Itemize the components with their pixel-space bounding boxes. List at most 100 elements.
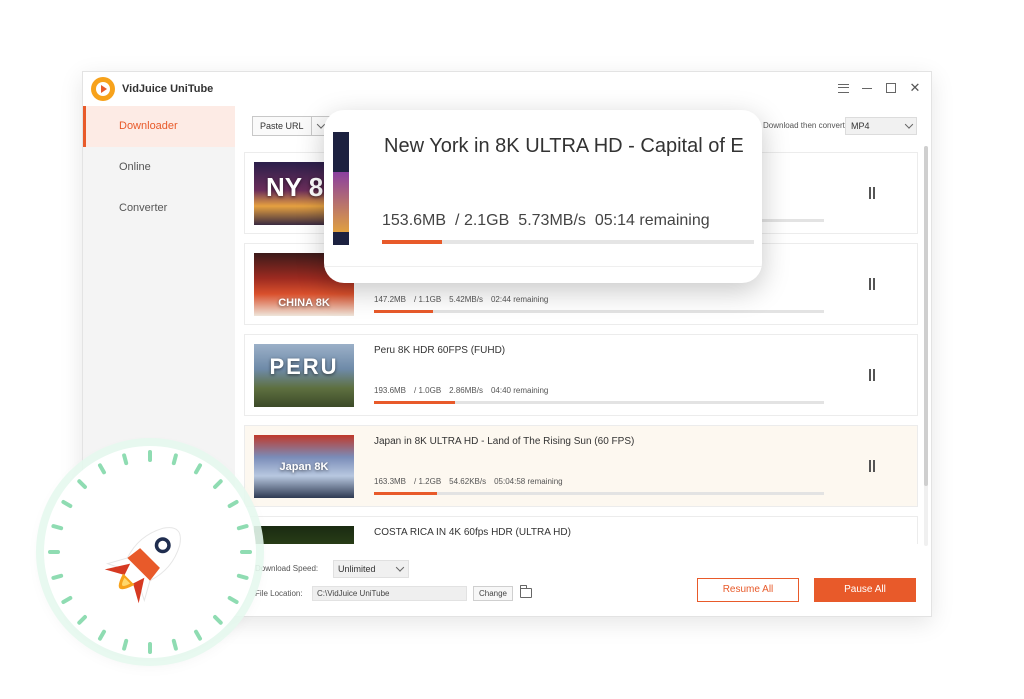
close-icon[interactable]: ✕ (907, 80, 923, 96)
total-size: 1.0GB (418, 386, 442, 395)
paste-url-group: Paste URL (252, 116, 332, 136)
video-title: COSTA RICA IN 4K 60fps HDR (ULTRA HD) (374, 527, 571, 538)
scrollbar-thumb[interactable] (924, 146, 928, 486)
maximize-icon[interactable] (883, 80, 899, 96)
list-scrollbar[interactable] (924, 146, 928, 546)
dial-tick (236, 524, 249, 531)
sidebar-item-label: Online (119, 161, 151, 173)
dial-tick (171, 638, 178, 651)
video-thumbnail: Japan 8K (254, 435, 354, 498)
progress-fill (374, 401, 455, 404)
download-speed: 2.86MB/s (449, 386, 483, 395)
download-progress-popup: New York in 8K ULTRA HD - Capital of E 1… (324, 110, 762, 283)
title-bar: VidJuice UniTube ✕ (83, 72, 931, 106)
progress-fill (374, 492, 437, 495)
time-remaining: 05:14 remaining (594, 212, 710, 229)
video-thumbnail (254, 526, 354, 544)
pause-icon[interactable] (865, 186, 879, 200)
pause-icon[interactable] (865, 368, 879, 382)
convert-format-select[interactable]: MP4 (845, 117, 917, 135)
popup-progress-bar (382, 240, 754, 244)
thumbnail-text: CHINA 8K (278, 297, 330, 309)
total-size: 1.1GB (418, 295, 442, 304)
dial-tick (171, 453, 178, 466)
pause-all-button[interactable]: Pause All (814, 578, 916, 602)
dial-tick (194, 463, 202, 475)
download-speed: 5.42MB/s (449, 295, 483, 304)
download-speed: 5.73MB/s (518, 212, 586, 229)
download-stats: 147.2MB/ 1.1GB 5.42MB/s 02:44 remaining (374, 295, 549, 304)
dial-tick (194, 629, 202, 641)
rocket-icon (104, 527, 181, 604)
divider (324, 266, 762, 267)
download-speed-label: Download Speed: (255, 564, 319, 573)
app-logo-icon (91, 77, 115, 101)
download-speed: 54.62KB/s (449, 477, 487, 486)
pause-icon[interactable] (865, 277, 879, 291)
pause-icon[interactable] (865, 459, 879, 473)
download-item: COSTA RICA IN 4K 60fps HDR (ULTRA HD) (244, 516, 918, 544)
total-size: 1.2GB (418, 477, 442, 486)
app-title: VidJuice UniTube (122, 83, 214, 95)
thumbnail-text: Japan 8K (279, 461, 329, 473)
progress-fill (374, 310, 433, 313)
progress-bar (374, 310, 824, 313)
speed-dial (48, 450, 252, 654)
dial-tick (122, 453, 129, 466)
download-stats: 163.3MB/ 1.2GB 54.62KB/s 05:04:58 remainin… (374, 477, 563, 486)
progress-bar (374, 492, 824, 495)
dial-tick (51, 524, 64, 531)
dial-tick (98, 629, 106, 641)
folder-icon[interactable] (520, 585, 532, 598)
progress-bar (374, 401, 824, 404)
dial-tick (236, 573, 249, 580)
time-remaining: 02:44 remaining (490, 295, 549, 304)
dial-tick (61, 500, 73, 508)
change-location-button[interactable]: Change (473, 586, 513, 601)
total-size: 2.1GB (463, 212, 510, 229)
dial-tick (77, 615, 87, 625)
file-location-label: File Location: (255, 589, 303, 598)
resume-all-button[interactable]: Resume All (697, 578, 799, 602)
sidebar-item-downloader[interactable]: Downloader (83, 106, 235, 147)
dial-tick (61, 596, 73, 604)
dial-tick (77, 479, 87, 489)
video-title: Peru 8K HDR 60FPS (FUHD) (374, 345, 506, 356)
speed-badge (44, 446, 256, 658)
video-thumbnail: PERU (254, 344, 354, 407)
dial-tick (98, 463, 106, 475)
convert-format-value: MP4 (851, 121, 870, 131)
downloaded-size: 193.6MB (374, 386, 407, 395)
file-location-field[interactable]: C:\VidJuice UniTube (312, 586, 467, 601)
sidebar-item-label: Converter (119, 202, 168, 214)
menu-icon[interactable] (835, 80, 851, 96)
thumbnail-text: PERU (269, 354, 339, 379)
dial-tick (213, 479, 223, 489)
video-title: Japan in 8K ULTRA HD - Land of The Risin… (374, 436, 635, 447)
sidebar-item-online[interactable]: Online (83, 147, 235, 188)
download-speed-value: Unlimited (338, 564, 376, 574)
popup-video-title: New York in 8K ULTRA HD - Capital of E (384, 135, 744, 157)
popup-download-stats: 153.6MB/ 2.1GB 5.73MB/s 05:14 remaining (382, 212, 710, 229)
dial-tick (122, 638, 129, 651)
convert-label: Download then convert to: (763, 121, 856, 130)
dial-tick (213, 615, 223, 625)
downloaded-size: 153.6MB (382, 212, 447, 229)
dial-tick (51, 573, 64, 580)
progress-fill (382, 240, 442, 244)
sidebar-item-label: Downloader (119, 120, 178, 132)
sidebar-item-converter[interactable]: Converter (83, 188, 235, 229)
minimize-icon[interactable] (859, 80, 875, 96)
time-remaining: 04:40 remaining (490, 386, 549, 395)
download-speed-select[interactable]: Unlimited (333, 560, 409, 578)
chevron-down-icon (904, 120, 914, 129)
downloaded-size: 163.3MB (374, 477, 407, 486)
time-remaining: 05:04:58 remaining (494, 477, 563, 486)
download-item: Japan 8K Japan in 8K ULTRA HD - Land of … (244, 425, 918, 507)
dial-tick (227, 500, 239, 508)
download-stats: 193.6MB/ 1.0GB 2.86MB/s 04:40 remaining (374, 386, 549, 395)
download-item: PERU Peru 8K HDR 60FPS (FUHD) 193.6MB/ 1… (244, 334, 918, 416)
paste-url-button[interactable]: Paste URL (252, 116, 312, 136)
dial-tick (227, 596, 239, 604)
popup-video-thumbnail (333, 132, 349, 245)
